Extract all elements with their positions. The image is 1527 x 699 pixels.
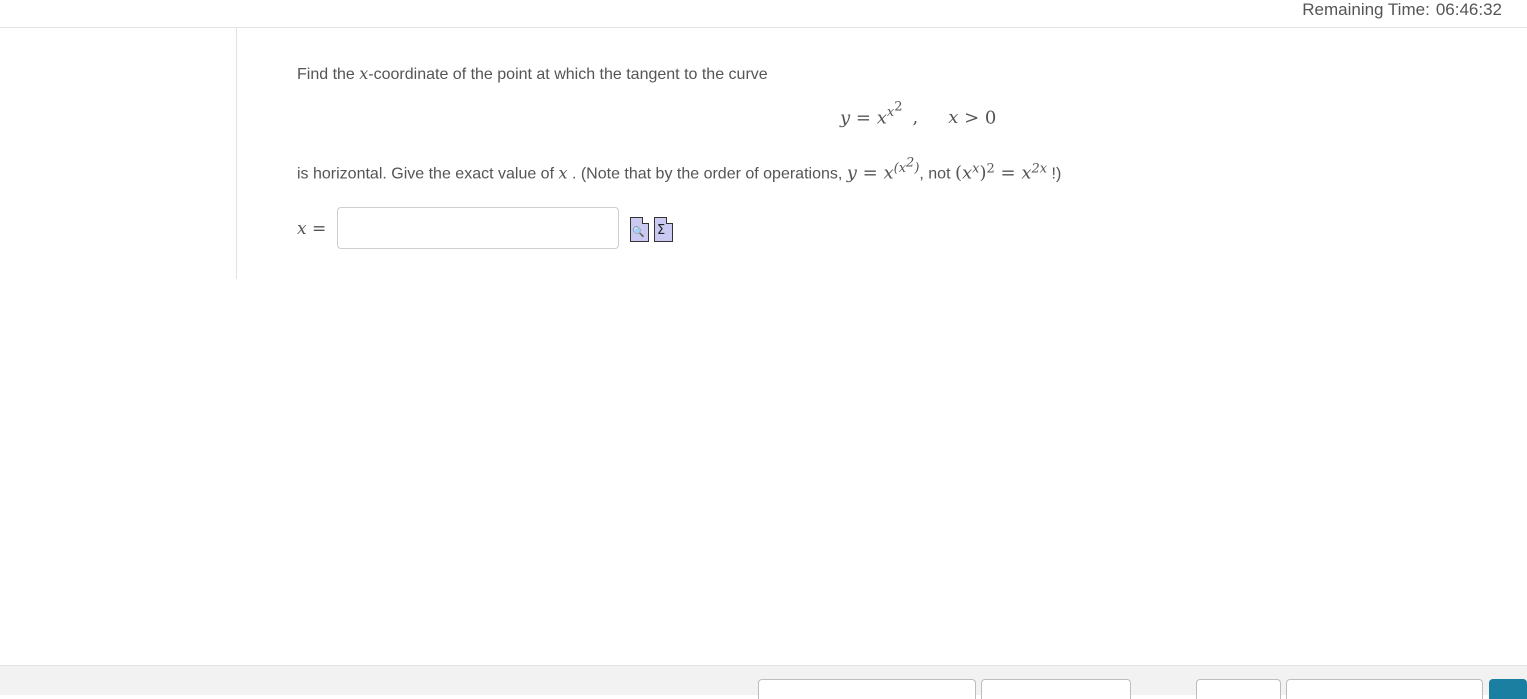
question-instructions: is horizontal. Give the exact value of x… — [297, 156, 1062, 184]
math-x: x — [359, 64, 369, 83]
answer-input[interactable] — [337, 207, 619, 249]
preview-magnifier-icon[interactable]: 🔍 — [630, 217, 649, 242]
answer-label: x = — [297, 219, 327, 239]
timer-value: 06:46:32 — [1435, 0, 1502, 19]
note-exponent: (x2) — [893, 156, 920, 177]
footer-button-2[interactable] — [981, 679, 1131, 699]
left-divider — [236, 27, 237, 279]
footer-button-primary[interactable] — [1489, 679, 1527, 699]
question-intro: Find the x-coordinate of the point at wh… — [297, 64, 768, 83]
display-equation: y = xx2, x > 0 — [840, 100, 997, 129]
footer-bar — [0, 665, 1527, 699]
footer-button-3[interactable] — [1196, 679, 1281, 699]
footer-button-1[interactable] — [758, 679, 976, 699]
timer-label: Remaining Time: — [1302, 0, 1430, 19]
equation-sigma-icon[interactable]: Σ — [654, 217, 673, 242]
remaining-time: Remaining Time: 06:46:32 — [1302, 0, 1502, 20]
top-bar: Remaining Time: 06:46:32 — [0, 0, 1527, 28]
footer-button-4[interactable] — [1286, 679, 1483, 699]
